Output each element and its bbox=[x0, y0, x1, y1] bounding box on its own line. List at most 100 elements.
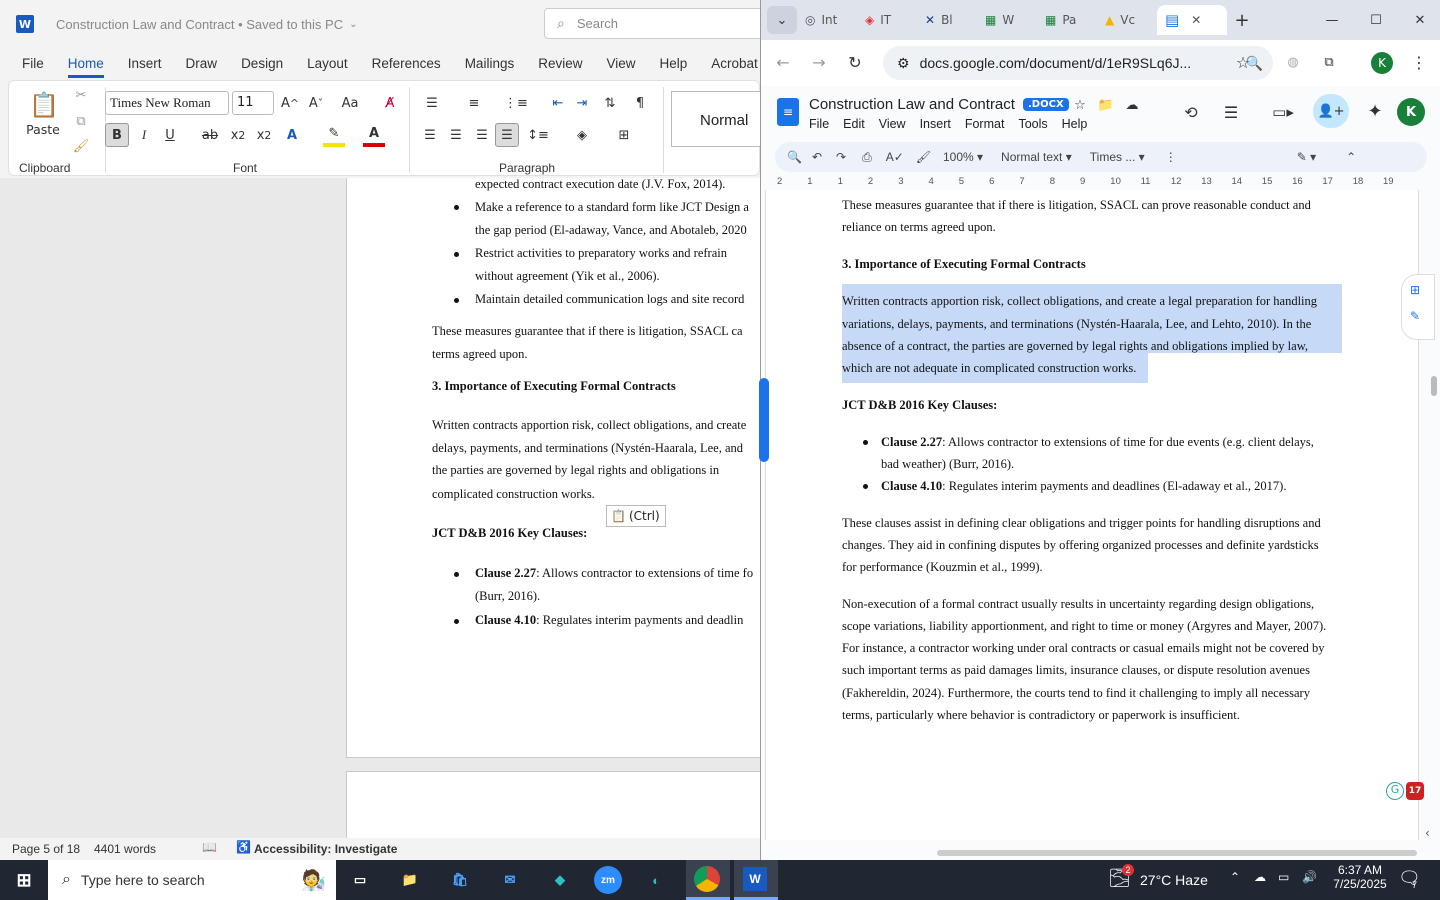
page-count[interactable]: Page 5 of 18 bbox=[12, 842, 80, 856]
tab-search-icon[interactable]: ⌄ bbox=[767, 6, 797, 34]
docs-menu-tools[interactable]: Tools bbox=[1018, 117, 1047, 131]
font-color-icon[interactable]: A bbox=[363, 123, 385, 147]
subscript-button[interactable]: x2 bbox=[227, 123, 249, 147]
network-icon[interactable]: ▭ bbox=[1278, 870, 1289, 884]
tab-2[interactable]: ◈ IT bbox=[857, 5, 917, 35]
volume-icon[interactable]: 🔊 bbox=[1302, 870, 1317, 884]
extensions-icon[interactable]: ⧉ bbox=[1317, 50, 1341, 74]
style-select[interactable]: Normal text ▾ bbox=[1001, 150, 1072, 164]
taskbar-search[interactable]: ⌕ Type here to search 🧑‍🔬 bbox=[48, 860, 336, 900]
close-window-icon[interactable]: ✕ bbox=[1405, 6, 1435, 34]
file-explorer-icon[interactable]: 📁 bbox=[396, 866, 424, 894]
word-count[interactable]: 4401 words bbox=[94, 842, 156, 856]
chrome-menu-icon[interactable]: ⋮ bbox=[1409, 50, 1429, 74]
paint-format-icon[interactable]: 🖌 bbox=[916, 150, 931, 164]
close-tab-icon[interactable]: ✕ bbox=[1191, 13, 1201, 27]
align-left-icon[interactable]: ☰ bbox=[419, 123, 441, 147]
tab-3[interactable]: ✕ Bl bbox=[917, 5, 977, 35]
maximize-icon[interactable]: ☐ bbox=[1361, 6, 1391, 34]
menu-draw[interactable]: Draw bbox=[186, 56, 218, 71]
font-size-select[interactable]: 11 bbox=[232, 91, 274, 115]
borders-icon[interactable]: ⊞ bbox=[613, 123, 635, 147]
suggest-edits-icon[interactable]: ✎ bbox=[1410, 309, 1434, 323]
strikethrough-button[interactable]: ab bbox=[199, 123, 221, 147]
tab-6[interactable]: ▲ Vc bbox=[1097, 5, 1157, 35]
extension-badge-icon[interactable]: 17 bbox=[1406, 782, 1424, 800]
menu-references[interactable]: References bbox=[372, 56, 441, 71]
show-formatting-icon[interactable]: ¶ bbox=[629, 91, 651, 115]
menu-home[interactable]: Home bbox=[67, 56, 104, 78]
new-tab-icon[interactable]: + bbox=[1227, 6, 1257, 34]
search-menus-icon[interactable]: 🔍 bbox=[787, 150, 802, 164]
word-page-next[interactable] bbox=[346, 771, 760, 838]
docs-menu-help[interactable]: Help bbox=[1062, 117, 1088, 131]
italic-button[interactable]: I bbox=[133, 123, 155, 147]
docs-menu-insert[interactable]: Insert bbox=[920, 117, 951, 131]
copy-icon[interactable]: ⧉ bbox=[71, 111, 91, 131]
font-name-select[interactable]: Times New Roman bbox=[105, 91, 229, 115]
docs-menu-format[interactable]: Format bbox=[965, 117, 1005, 131]
meet-icon[interactable]: ▭▸ bbox=[1263, 100, 1303, 124]
sort-icon[interactable]: ⇅ bbox=[599, 91, 621, 115]
notification-icon[interactable]: 🗨 bbox=[1398, 868, 1421, 889]
format-painter-icon[interactable]: 🖌 bbox=[71, 136, 91, 156]
word-search-box[interactable]: ⌕ Search bbox=[544, 8, 774, 39]
word-document-title[interactable]: Construction Law and Contract • Saved to… bbox=[56, 17, 343, 32]
more-options-icon[interactable]: ⋮ bbox=[1165, 150, 1177, 164]
tab-5[interactable]: ▦ Pa bbox=[1037, 5, 1097, 35]
start-icon[interactable]: ⊞ bbox=[10, 866, 38, 894]
text-effects-icon[interactable]: A bbox=[281, 123, 303, 147]
grammarly-icon[interactable]: G bbox=[1386, 782, 1404, 800]
menu-layout[interactable]: Layout bbox=[307, 56, 348, 71]
translate-icon[interactable]: ◍ bbox=[1281, 50, 1305, 74]
cut-icon[interactable]: ✂ bbox=[71, 85, 91, 105]
shading-icon[interactable]: ◈ bbox=[571, 123, 593, 147]
version-history-icon[interactable]: ⟲ bbox=[1179, 100, 1203, 124]
menu-insert[interactable]: Insert bbox=[128, 56, 162, 71]
store-icon[interactable]: 🛍 bbox=[446, 866, 474, 894]
menu-design[interactable]: Design bbox=[241, 56, 283, 71]
expand-side-panel-icon[interactable]: ‹ bbox=[1425, 826, 1440, 846]
edge-icon[interactable]: ◐ bbox=[642, 866, 670, 894]
menu-help[interactable]: Help bbox=[660, 56, 688, 71]
proofing-icon[interactable]: 📖 bbox=[202, 840, 217, 854]
grow-font-icon[interactable]: A ^ bbox=[279, 91, 301, 115]
spellcheck-icon[interactable]: A✓ bbox=[886, 150, 904, 164]
font-select[interactable]: Times ... ▾ bbox=[1090, 150, 1145, 164]
comments-icon[interactable]: ☰ bbox=[1219, 100, 1243, 124]
menu-file[interactable]: File bbox=[22, 56, 44, 71]
onedrive-icon[interactable]: ☁ bbox=[1254, 870, 1266, 884]
line-spacing-icon[interactable]: ↕≡ bbox=[525, 123, 551, 147]
docs-menu-edit[interactable]: Edit bbox=[843, 117, 865, 131]
word-taskbar-button[interactable]: W bbox=[734, 860, 778, 900]
paste-options-button[interactable]: 📋 (Ctrl) bbox=[606, 505, 666, 527]
justify-icon[interactable]: ☰ bbox=[495, 123, 519, 147]
editing-mode-icon[interactable]: ✎ ▾ bbox=[1297, 150, 1316, 164]
gemini-icon[interactable]: ✦ bbox=[1361, 96, 1389, 126]
add-comment-icon[interactable]: ⊞ bbox=[1410, 283, 1434, 297]
horizontal-scrollbar[interactable] bbox=[937, 850, 1417, 856]
zoom-app-icon[interactable]: zm bbox=[594, 866, 622, 894]
docs-page[interactable]: These measures guarantee that if there i… bbox=[765, 190, 1424, 840]
change-case-icon[interactable]: Aa bbox=[335, 91, 365, 115]
align-right-icon[interactable]: ☰ bbox=[471, 123, 493, 147]
bullets-icon[interactable]: ☰ bbox=[419, 91, 445, 115]
chrome-taskbar-button[interactable] bbox=[686, 860, 730, 900]
forward-icon[interactable]: → bbox=[807, 50, 831, 74]
paste-icon[interactable]: 📋 bbox=[27, 87, 61, 123]
tab-4[interactable]: ▦ W bbox=[977, 5, 1037, 35]
share-button[interactable]: 👤+ bbox=[1313, 94, 1349, 128]
show-hidden-icons[interactable]: ⌃ bbox=[1230, 870, 1240, 884]
menu-view[interactable]: View bbox=[606, 56, 635, 71]
collapse-toolbar-icon[interactable]: ⌃ bbox=[1346, 150, 1356, 164]
redo-icon[interactable]: ↷ bbox=[836, 150, 846, 164]
docs-ruler[interactable]: 2 1 1 2 3 4 5 6 7 8 9 10 11 12 13 14 15 16 17 18 19 bbox=[761, 174, 1440, 190]
zoom-select[interactable]: 100% ▾ bbox=[943, 150, 983, 164]
shrink-font-icon[interactable]: Aˇ bbox=[305, 91, 327, 115]
task-view-icon[interactable]: ▭ bbox=[346, 866, 374, 894]
back-icon[interactable]: ← bbox=[771, 50, 795, 74]
paste-button[interactable]: Paste bbox=[23, 121, 63, 137]
underline-button[interactable]: U bbox=[159, 123, 181, 147]
url-field[interactable]: ⚙ docs.google.com/document/d/1eR9SLq6J..… bbox=[883, 46, 1273, 80]
word-page[interactable]: expected contract execution date (J.V. F… bbox=[346, 178, 760, 758]
